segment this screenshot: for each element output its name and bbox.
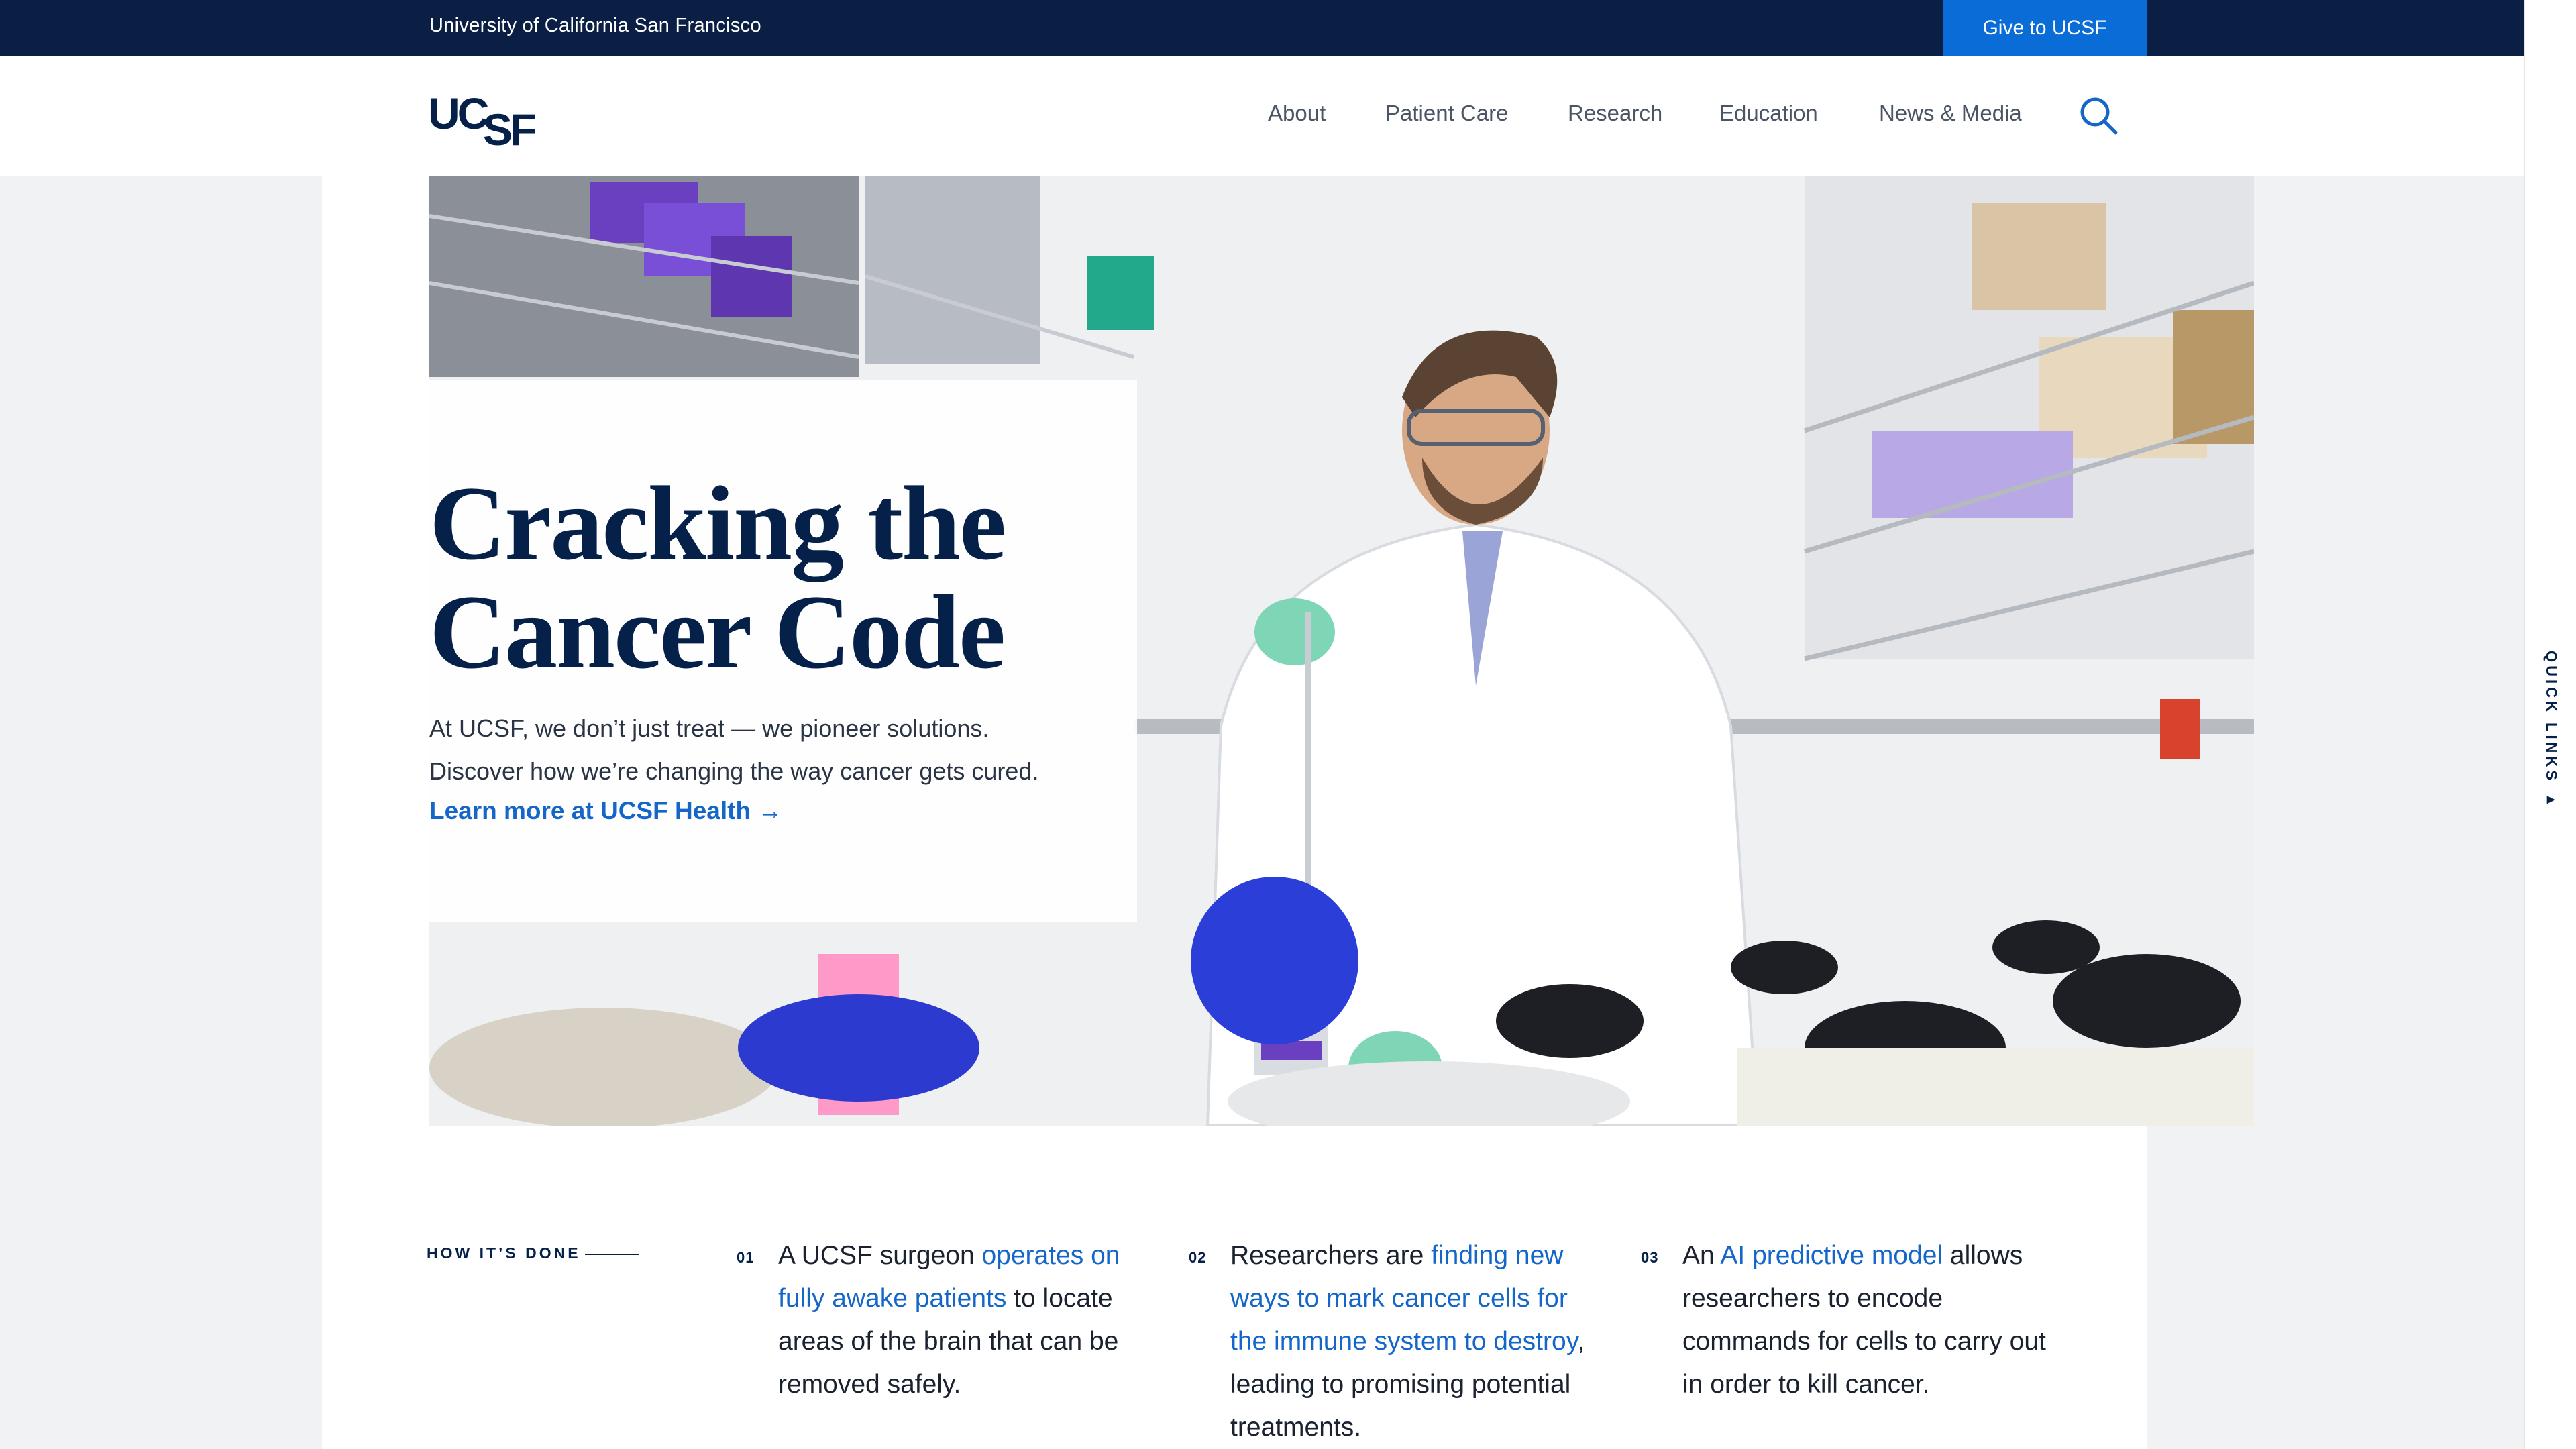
utility-bar: University of California San Francisco G… [0, 0, 2524, 56]
hero-title: Cracking the Cancer Code [429, 470, 1100, 687]
search-icon[interactable] [2077, 94, 2120, 137]
hero-title-line-1: Cracking the [429, 465, 1006, 582]
step-1-pre: A UCSF surgeon [778, 1241, 982, 1270]
nav-education[interactable]: Education [1719, 101, 1818, 126]
hero-description: At UCSF, we don’t just treat — we pionee… [429, 707, 1114, 793]
hero-title-line-2: Cancer Code [429, 574, 1006, 691]
svg-text:SF: SF [483, 105, 535, 148]
nav-about[interactable]: About [1268, 101, 1326, 126]
step-1-text: A UCSF surgeon operates on fully awake p… [778, 1234, 1154, 1406]
step-2-text: Researchers are finding new ways to mark… [1230, 1234, 1606, 1449]
nav-news-media[interactable]: News & Media [1879, 101, 2022, 126]
step-number-2: 02 [1189, 1249, 1207, 1266]
site-header: UC SF About Patient Care Research Educat… [0, 56, 2524, 176]
hero-description-line-2: Discover how we’re changing the way canc… [429, 757, 1039, 785]
ucsf-logo[interactable]: UC SF [428, 87, 542, 148]
step-3-pre: An [1682, 1241, 1721, 1270]
learn-more-link[interactable]: Learn more at UCSF Health → [429, 797, 782, 825]
step-number-3: 03 [1641, 1249, 1659, 1266]
page: University of California San Francisco G… [0, 0, 2524, 1449]
how-its-done-label: HOW IT’S DONE [427, 1244, 581, 1262]
step-3-text: An AI predictive model allows researcher… [1682, 1234, 2058, 1406]
svg-text:UC: UC [428, 89, 488, 138]
step-number-1: 01 [737, 1249, 755, 1266]
university-link[interactable]: University of California San Francisco [429, 15, 761, 37]
step-3-link[interactable]: AI predictive model [1720, 1241, 1943, 1270]
nav-research[interactable]: Research [1568, 101, 1662, 126]
step-2-pre: Researchers are [1230, 1241, 1432, 1270]
give-button[interactable]: Give to UCSF [1943, 0, 2147, 56]
quick-links-toggle[interactable]: QUICK LINKS ▸ [2542, 651, 2560, 811]
nav-patient-care[interactable]: Patient Care [1385, 101, 1508, 126]
hero-description-line-1: At UCSF, we don’t just treat — we pionee… [429, 714, 989, 742]
how-divider [585, 1254, 639, 1255]
